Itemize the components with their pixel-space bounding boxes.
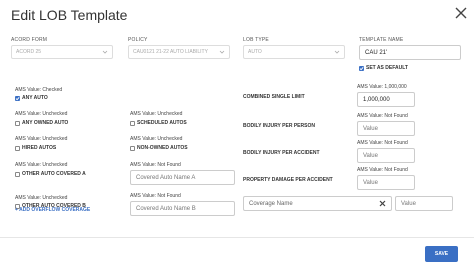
checkbox-box xyxy=(15,171,20,177)
template-name-value: CAU 21' xyxy=(365,50,388,56)
overflow-value-placeholder: Value xyxy=(401,201,416,207)
covered-auto-name-a-placeholder: Covered Auto Name A xyxy=(136,175,196,181)
set-as-default-label: SET AS DEFAULT xyxy=(366,65,408,71)
policy-label: POLICY xyxy=(128,37,148,43)
bodily-injury-per-accident-label: BODILY INJURY PER ACCIDENT xyxy=(243,150,320,156)
add-overflow-coverage-link[interactable]: + ADD OVERFLOW COVERAGE xyxy=(15,207,90,213)
combined-single-limit-value: 1,000,000 xyxy=(363,97,390,103)
bodily-injury-per-person-value: Value xyxy=(363,126,378,132)
ams-value-text: AMS Value: Unchecked xyxy=(15,195,68,201)
covered-auto-name-b-input[interactable]: Covered Auto Name B xyxy=(130,201,235,216)
ams-value-text: AMS Value: Unchecked xyxy=(130,111,183,117)
lob-type-select[interactable]: AUTO xyxy=(243,45,345,59)
clear-icon[interactable] xyxy=(379,200,386,207)
footer-divider xyxy=(0,237,474,238)
checkbox-box xyxy=(130,120,135,126)
chevron-down-icon xyxy=(102,49,108,55)
ams-value-text: AMS Value: Unchecked xyxy=(15,136,68,142)
ams-value-text: AMS Value: Unchecked xyxy=(15,111,68,117)
coverage-name-placeholder: Coverage Name xyxy=(249,201,293,207)
chevron-down-icon xyxy=(219,49,225,55)
other-auto-covered-a-checkbox[interactable]: OTHER AUTO COVERED A xyxy=(15,171,86,177)
ams-value-text: AMS Value: Not Found xyxy=(357,140,408,146)
property-damage-per-accident-value: Value xyxy=(363,180,378,186)
any-owned-auto-label: ANY OWNED AUTO xyxy=(22,120,69,126)
bodily-injury-per-accident-value: Value xyxy=(363,153,378,159)
ams-value-text: AMS Value: Not Found xyxy=(357,113,408,119)
lob-type-label: LOB TYPE xyxy=(243,37,269,43)
acord-form-value: ACORD 25 xyxy=(16,49,42,55)
combined-single-limit-label: COMBINED SINGLE LIMIT xyxy=(243,94,305,100)
ams-value-text: AMS Value: Not Found xyxy=(130,162,181,168)
coverage-name-input[interactable]: Coverage Name xyxy=(243,196,392,211)
ams-value-text: AMS Value: Not Found xyxy=(357,167,408,173)
property-damage-per-accident-input[interactable]: Value xyxy=(357,175,415,190)
ams-value-text: AMS Value: Checked xyxy=(15,87,63,93)
checkmark-icon xyxy=(359,65,364,71)
lob-type-value: AUTO xyxy=(248,49,262,55)
any-auto-checkbox[interactable]: ANY AUTO xyxy=(15,95,48,101)
save-button[interactable]: SAVE xyxy=(425,246,458,262)
close-icon[interactable] xyxy=(455,7,467,19)
non-owned-autos-label: NON-OWNED AUTOS xyxy=(137,145,188,151)
scheduled-autos-checkbox[interactable]: SCHEDULED AUTOS xyxy=(130,120,187,126)
set-as-default-checkbox[interactable]: SET AS DEFAULT xyxy=(359,65,408,71)
covered-auto-name-b-placeholder: Covered Auto Name B xyxy=(136,206,196,212)
checkbox-box xyxy=(130,145,135,151)
ams-value-text: AMS Value: 1,000,000 xyxy=(357,84,407,90)
bodily-injury-per-person-label: BODILY INJURY PER PERSON xyxy=(243,123,315,129)
template-name-input[interactable]: CAU 21' xyxy=(359,45,461,60)
non-owned-autos-checkbox[interactable]: NON-OWNED AUTOS xyxy=(130,145,188,151)
any-auto-label: ANY AUTO xyxy=(22,95,48,101)
checkbox-box xyxy=(15,145,20,151)
combined-single-limit-input[interactable]: 1,000,000 xyxy=(357,92,415,107)
policy-select[interactable]: CAU0121 21-22 AUTO LIABILITY xyxy=(128,45,230,59)
hired-autos-checkbox[interactable]: HIRED AUTOS xyxy=(15,145,56,151)
ams-value-text: AMS Value: Not Found xyxy=(130,193,181,199)
bodily-injury-per-person-input[interactable]: Value xyxy=(357,121,415,136)
template-name-label: TEMPLATE NAME xyxy=(359,37,404,43)
ams-value-text: AMS Value: Unchecked xyxy=(15,162,68,168)
covered-auto-name-a-input[interactable]: Covered Auto Name A xyxy=(130,170,235,185)
ams-value-text: AMS Value: Unchecked xyxy=(130,136,183,142)
dialog-title: Edit LOB Template xyxy=(11,7,128,23)
checkmark-icon xyxy=(15,95,20,101)
acord-form-label: ACORD FORM xyxy=(11,37,48,43)
hired-autos-label: HIRED AUTOS xyxy=(22,145,57,151)
any-owned-auto-checkbox[interactable]: ANY OWNED AUTO xyxy=(15,120,68,126)
scheduled-autos-label: SCHEDULED AUTOS xyxy=(137,120,187,126)
other-auto-covered-a-label: OTHER AUTO COVERED A xyxy=(22,171,86,177)
acord-form-select[interactable]: ACORD 25 xyxy=(11,45,113,59)
overflow-value-input[interactable]: Value xyxy=(395,196,453,211)
chevron-down-icon xyxy=(334,49,340,55)
checkbox-box xyxy=(15,120,20,126)
policy-value: CAU0121 21-22 AUTO LIABILITY xyxy=(133,49,208,55)
property-damage-per-accident-label: PROPERTY DAMAGE PER ACCIDENT xyxy=(243,177,333,183)
bodily-injury-per-accident-input[interactable]: Value xyxy=(357,148,415,163)
